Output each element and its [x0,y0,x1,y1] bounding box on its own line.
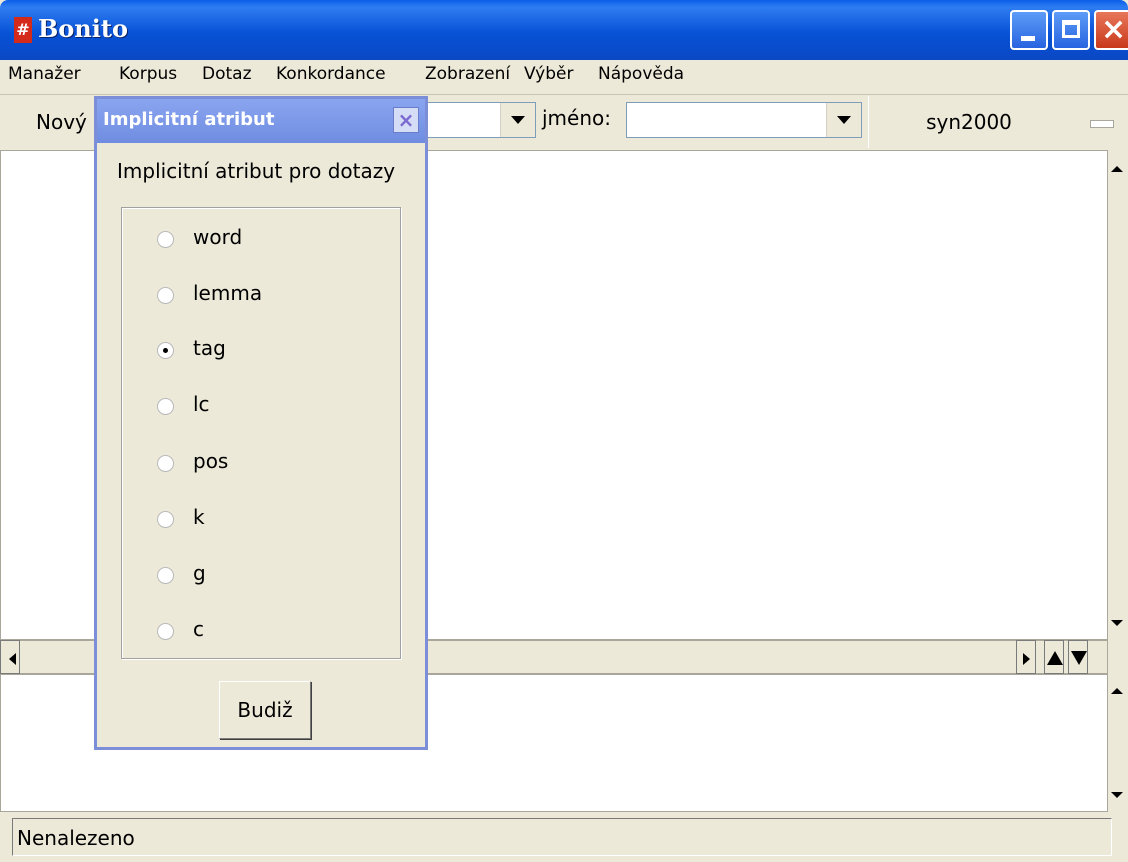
dialog-title: Implicitní atribut [103,109,275,130]
scroll-right-button[interactable] [1016,640,1036,674]
radio-selected-icon[interactable] [157,342,174,359]
minimize-icon [1021,36,1035,41]
radio-label: tag [193,336,226,360]
arrow-up-icon [1047,651,1063,665]
arrow-left-icon [9,653,16,665]
radio-label: pos [193,449,229,473]
radio-label: lemma [193,281,263,305]
new-button[interactable]: Nový [18,96,102,148]
attribute-combo[interactable] [424,102,536,138]
status-text: Nenalezeno [12,818,1112,856]
pane-down-button[interactable] [1068,640,1088,674]
app-icon: # [14,17,32,43]
radio-icon[interactable] [157,511,174,528]
radio-icon[interactable] [157,231,174,248]
toolbar-handle-icon[interactable] [1090,120,1114,128]
scroll-left-button[interactable] [0,640,20,674]
radio-label: k [193,505,205,529]
default-attribute-dialog: Implicitní atribut × Implicitní atribut … [94,96,428,750]
arrow-down-icon [1071,651,1087,665]
menu-manazer[interactable]: Manažer [8,64,81,84]
radio-icon[interactable] [157,623,174,640]
close-icon: × [1101,12,1127,47]
radio-label: c [193,617,204,641]
pane-up-button[interactable] [1044,640,1064,674]
scroll-up-icon[interactable] [1111,688,1123,694]
menu-konkordance[interactable]: Konkordance [276,64,386,84]
menu-vyber[interactable]: Výběr [524,64,573,84]
radio-label: lc [193,392,210,416]
arrow-right-icon [1023,653,1030,665]
ok-button[interactable]: Budiž [219,681,311,739]
radio-icon[interactable] [157,567,174,584]
vertical-scrollbar-top[interactable] [1108,150,1128,640]
radio-icon[interactable] [157,287,174,304]
maximize-button[interactable] [1052,10,1090,50]
attribute-radio-group [121,207,401,659]
maximize-icon [1062,20,1080,38]
bonito-window: # Bonito × Manažer Korpus Dotaz Konkorda… [0,0,1128,862]
radio-label: g [193,561,206,585]
dialog-heading: Implicitní atribut pro dotazy [117,159,396,183]
scroll-down-icon[interactable] [1111,620,1123,626]
chevron-down-icon[interactable] [500,103,535,137]
close-icon: × [397,108,415,132]
menu-dotaz[interactable]: Dotaz [202,64,252,84]
chevron-down-icon[interactable] [826,103,861,137]
menu-zobrazeni[interactable]: Zobrazení [425,64,510,84]
radio-icon[interactable] [157,398,174,415]
minimize-button[interactable] [1010,10,1048,50]
radio-icon[interactable] [157,455,174,472]
window-title: Bonito [38,14,128,43]
name-label: jméno: [542,106,611,130]
close-button[interactable]: × [1094,10,1128,50]
dialog-title-bar[interactable]: Implicitní atribut × [97,99,425,143]
dialog-close-button[interactable]: × [393,107,419,133]
corpus-button[interactable]: syn2000 [868,96,1069,148]
menu-korpus[interactable]: Korpus [119,64,177,84]
menu-napoveda[interactable]: Nápověda [598,64,684,84]
scroll-down-icon[interactable] [1111,792,1123,798]
vertical-scrollbar-bottom[interactable] [1108,674,1128,812]
radio-label: word [193,225,243,249]
scroll-up-icon[interactable] [1111,166,1123,172]
title-bar: # Bonito × [0,0,1128,60]
name-combo[interactable] [626,102,862,138]
